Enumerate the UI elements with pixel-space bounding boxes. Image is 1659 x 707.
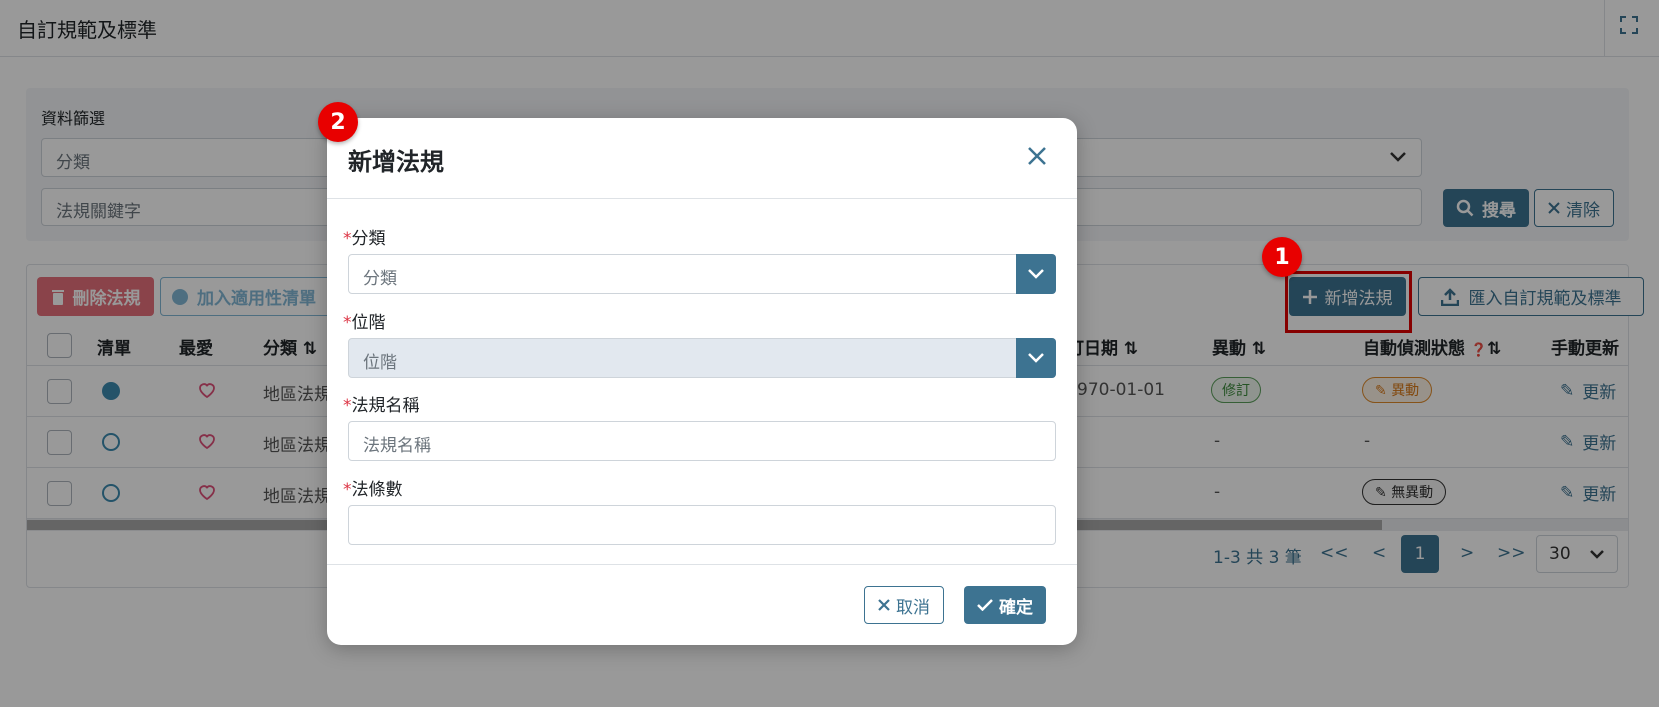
required-mark: * (343, 313, 352, 333)
law-name-placeholder: 法規名稱 (363, 436, 431, 456)
level-label-text: 位階 (351, 313, 386, 333)
required-mark: * (343, 229, 352, 249)
add-law-modal: 新增法規 *分類 分類 *位階 位階 *法規名稱 法規名稱 *法條數 取消 確定 (327, 118, 1077, 645)
category-select-placeholder: 分類 (363, 269, 397, 289)
article-count-input[interactable] (348, 505, 1056, 545)
step-badge-1: 1 (1262, 237, 1302, 277)
step-badge-2: 2 (318, 102, 358, 142)
modal-header: 新增法規 (327, 118, 1077, 199)
category-dropdown-button[interactable] (1016, 254, 1056, 294)
confirm-button[interactable]: 確定 (964, 586, 1046, 624)
confirm-label: 確定 (999, 597, 1033, 618)
law-name-label: *法規名稱 (343, 391, 420, 416)
close-icon[interactable] (1025, 144, 1049, 168)
modal-footer-divider (327, 564, 1077, 565)
level-label: *位階 (343, 308, 386, 333)
category-label: *分類 (343, 224, 386, 249)
check-icon (977, 599, 993, 611)
required-mark: * (343, 396, 352, 416)
category-label-text: 分類 (351, 229, 386, 249)
close-icon (878, 599, 890, 611)
chevron-down-icon (1028, 269, 1044, 279)
cancel-label: 取消 (896, 597, 930, 618)
chevron-down-icon (1028, 353, 1044, 363)
required-mark: * (343, 480, 352, 500)
level-select[interactable]: 位階 (348, 338, 1056, 378)
article-count-label-text: 法條數 (351, 480, 403, 500)
category-select[interactable]: 分類 (348, 254, 1056, 294)
law-name-input[interactable]: 法規名稱 (348, 421, 1056, 461)
level-select-placeholder: 位階 (363, 353, 397, 373)
article-count-label: *法條數 (343, 475, 403, 500)
level-dropdown-button[interactable] (1016, 338, 1056, 378)
cancel-button[interactable]: 取消 (864, 586, 944, 624)
law-name-label-text: 法規名稱 (351, 396, 420, 416)
modal-title: 新增法規 (348, 148, 444, 176)
